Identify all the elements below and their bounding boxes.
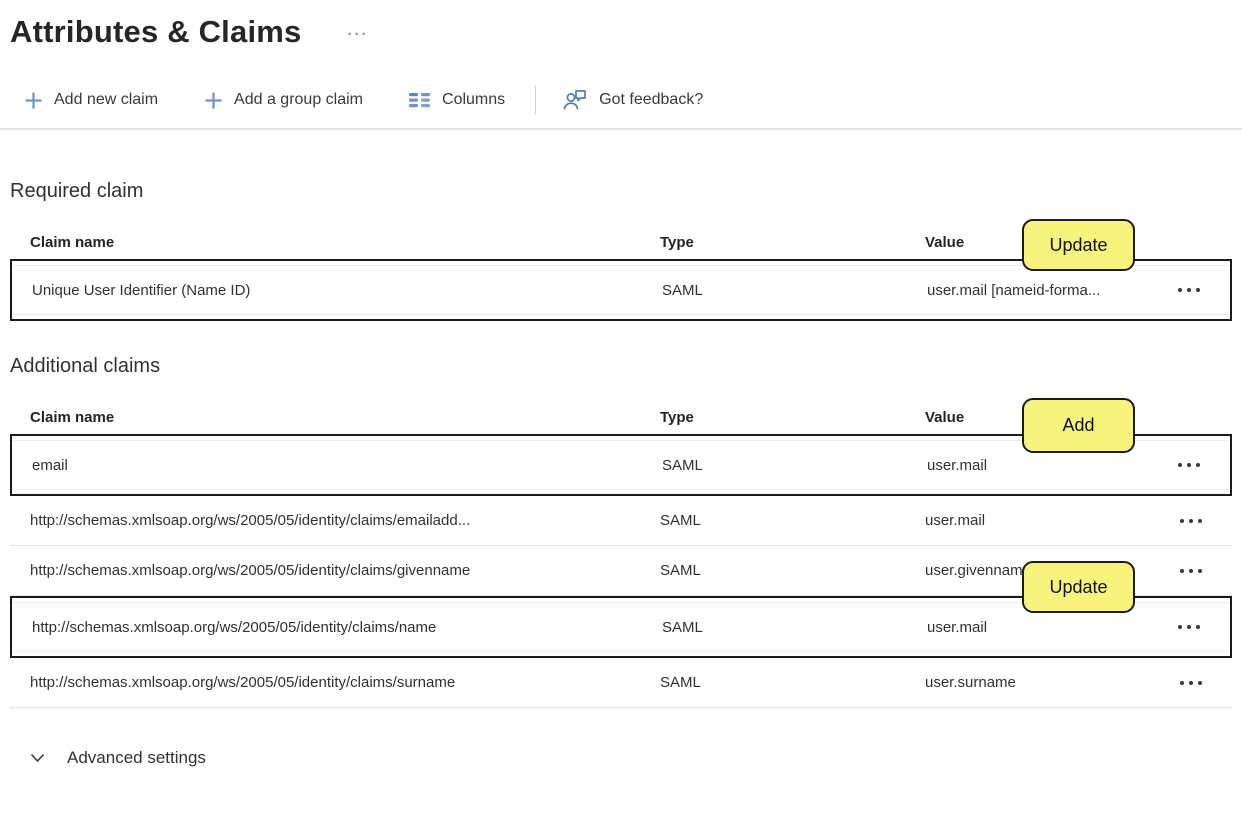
row-more-ellipsis-icon[interactable] [1178, 677, 1204, 689]
annotation-label: Update [1049, 234, 1108, 255]
claim-name-cell[interactable]: Unique User Identifier (Name ID) [12, 282, 662, 299]
columns-label: Columns [442, 91, 506, 108]
add-group-claim-label: Add a group claim [234, 91, 364, 108]
column-header-claim-name[interactable]: Claim name [10, 409, 660, 426]
add-group-claim-button[interactable]: Add a group claim [204, 91, 363, 110]
claim-value-cell: user.mail [927, 618, 988, 636]
annotation-update-name: Update [1022, 561, 1135, 613]
table-row-emailaddress[interactable]: http://schemas.xmlsoap.org/ws/2005/05/id… [10, 496, 1232, 546]
toolbar-divider [535, 85, 537, 115]
claim-value-cell: user.mail [925, 512, 986, 529]
additional-claims-table: Add Update Claim name Type Value email S… [10, 398, 1232, 708]
claim-type-cell: SAML [662, 281, 703, 299]
annotation-add-email: Add [1022, 398, 1135, 453]
page-more-ellipsis-icon[interactable]: ··· [347, 26, 368, 43]
table-row-unique-user-identifier[interactable]: Unique User Identifier (Name ID) SAML us… [12, 265, 1230, 315]
row-more-ellipsis-icon[interactable] [1176, 459, 1202, 471]
claim-type-cell: SAML [662, 456, 703, 474]
column-header-type[interactable]: Type [660, 234, 925, 251]
required-claim-heading: Required claim [10, 180, 144, 202]
got-feedback-label: Got feedback? [599, 91, 704, 108]
attributes-claims-page: Attributes & Claims ··· Add new claim Ad… [0, 0, 1242, 816]
command-bar: Add new claim Add a group claim Columns [24, 84, 1242, 116]
claim-type-cell: SAML [660, 562, 701, 579]
required-claim-table: Update Claim name Type Value Unique User… [10, 219, 1232, 321]
column-header-type[interactable]: Type [660, 409, 925, 426]
claim-name-cell[interactable]: http://schemas.xmlsoap.org/ws/2005/05/id… [10, 512, 660, 529]
claim-value-cell: user.mail [nameid-forma... [927, 281, 1101, 299]
claim-type-cell: SAML [660, 674, 701, 691]
claim-name-cell[interactable]: email [12, 457, 662, 474]
page-title: Attributes & Claims [10, 14, 302, 49]
chevron-down-icon [30, 753, 45, 763]
additional-claims-heading: Additional claims [10, 355, 161, 377]
row-more-ellipsis-icon[interactable] [1176, 621, 1202, 633]
claim-value-cell: user.surname [925, 674, 1016, 691]
claim-name-cell[interactable]: http://schemas.xmlsoap.org/ws/2005/05/id… [10, 674, 660, 691]
table-row-surname[interactable]: http://schemas.xmlsoap.org/ws/2005/05/id… [10, 658, 1232, 708]
annotation-label: Update [1049, 576, 1108, 597]
plus-icon [24, 91, 43, 110]
advanced-settings-expander[interactable]: Advanced settings [30, 748, 1242, 768]
claim-type-cell: SAML [660, 512, 701, 529]
plus-icon [204, 91, 223, 110]
annotation-update-required: Update [1022, 219, 1135, 271]
columns-button[interactable]: Columns [409, 91, 505, 109]
annotation-label: Add [1062, 415, 1095, 435]
advanced-settings-label: Advanced settings [67, 748, 206, 767]
add-new-claim-label: Add new claim [54, 91, 159, 108]
row-more-ellipsis-icon[interactable] [1178, 565, 1204, 577]
claim-name-cell[interactable]: http://schemas.xmlsoap.org/ws/2005/05/id… [10, 562, 660, 579]
claim-name-cell[interactable]: http://schemas.xmlsoap.org/ws/2005/05/id… [12, 619, 662, 636]
row-more-ellipsis-icon[interactable] [1178, 515, 1204, 527]
row-more-ellipsis-icon[interactable] [1176, 284, 1202, 296]
claim-value-cell: user.mail [927, 456, 988, 474]
toolbar-separator [0, 128, 1242, 130]
page-header: Attributes & Claims ··· [0, 14, 1242, 50]
claim-type-cell: SAML [662, 618, 703, 636]
columns-icon [409, 92, 431, 108]
feedback-person-icon [562, 88, 588, 112]
column-header-claim-name[interactable]: Claim name [10, 234, 660, 251]
got-feedback-button[interactable]: Got feedback? [562, 88, 703, 112]
add-new-claim-button[interactable]: Add new claim [24, 91, 158, 110]
